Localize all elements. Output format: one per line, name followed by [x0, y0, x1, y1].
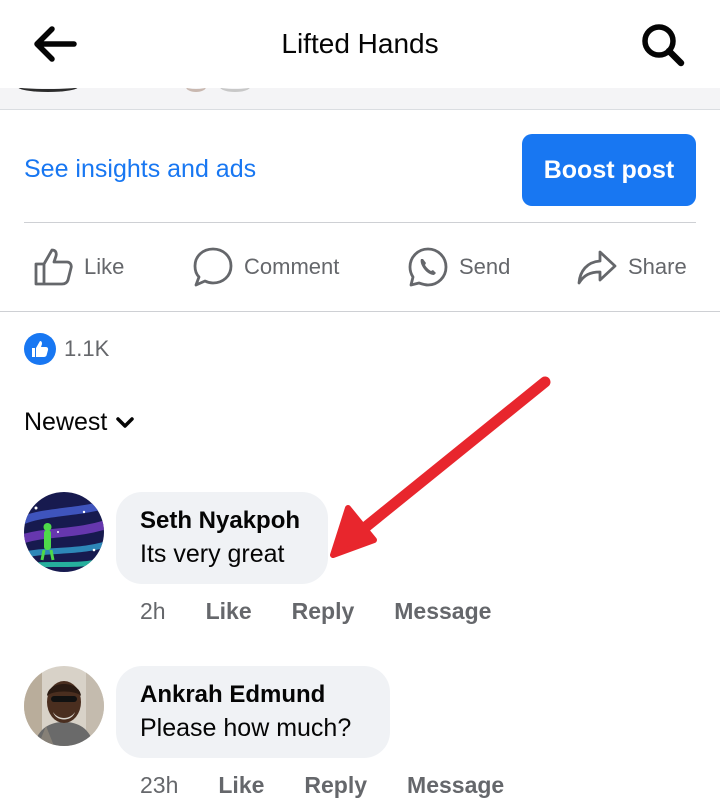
- page-title: Lifted Hands: [281, 28, 439, 59]
- comment-bubble: Ankrah Edmund Please how much?: [116, 666, 390, 758]
- top-app-bar: Lifted Hands: [0, 0, 720, 88]
- comment-author[interactable]: Ankrah Edmund: [140, 680, 366, 710]
- divider: [24, 222, 696, 223]
- comment-like-button[interactable]: Like: [206, 598, 252, 625]
- comment-timestamp: 2h: [140, 598, 166, 624]
- comment-reply-button[interactable]: Reply: [292, 598, 355, 625]
- comment-author[interactable]: Seth Nyakpoh: [140, 506, 304, 536]
- comment-actions: 2h Like Reply Message: [140, 598, 491, 625]
- boost-post-button[interactable]: Boost post: [522, 134, 696, 206]
- comment-action-label: Comment: [244, 254, 340, 279]
- search-icon: [642, 24, 685, 67]
- sort-label: Newest: [24, 408, 108, 436]
- comment-actions: 23h Like Reply Message: [140, 772, 504, 799]
- cropped-text-fragment: [186, 88, 206, 92]
- galaxy-avatar-image: [24, 492, 104, 572]
- like-action-button[interactable]: Like: [32, 244, 124, 290]
- like-count: 1.1K: [64, 336, 110, 361]
- share-action-label: Share: [628, 254, 687, 279]
- like-reaction-badge: [24, 333, 56, 365]
- avatar[interactable]: [24, 666, 104, 746]
- see-insights-link[interactable]: See insights and ads: [24, 155, 256, 184]
- share-action-button[interactable]: Share: [576, 244, 687, 290]
- reactions-summary[interactable]: 1.1K: [24, 333, 109, 365]
- comment-action-button[interactable]: Comment: [192, 244, 339, 290]
- like-action-label: Like: [84, 254, 125, 279]
- search-button[interactable]: [640, 22, 686, 68]
- send-action-button[interactable]: Send: [407, 244, 510, 290]
- divider: [0, 311, 720, 312]
- chevron-down-icon: [116, 416, 135, 428]
- comment-like-button[interactable]: Like: [218, 772, 264, 799]
- comment-message-button[interactable]: Message: [407, 772, 504, 799]
- comment-bubble-icon: [193, 247, 233, 287]
- comment-text: Its very great: [140, 540, 285, 568]
- thumbs-up-icon: [32, 341, 49, 357]
- send-action-label: Send: [459, 254, 511, 279]
- comment-sort-dropdown[interactable]: Newest: [24, 408, 135, 437]
- comment-text: Please how much?: [140, 714, 352, 742]
- thumbs-up-icon: [34, 248, 73, 286]
- avatar[interactable]: [24, 492, 104, 572]
- person-avatar-image: [24, 666, 104, 746]
- cropped-text-fragment: [220, 88, 250, 92]
- cropped-post-content: [0, 88, 720, 110]
- comment-reply-button[interactable]: Reply: [304, 772, 367, 799]
- comment-bubble: Seth Nyakpoh Its very great: [116, 492, 328, 584]
- comment-message-button[interactable]: Message: [394, 598, 491, 625]
- cropped-text-fragment: [18, 88, 78, 92]
- whatsapp-icon: [408, 247, 448, 287]
- comment-timestamp: 23h: [140, 772, 179, 798]
- share-arrow-icon: [577, 250, 617, 285]
